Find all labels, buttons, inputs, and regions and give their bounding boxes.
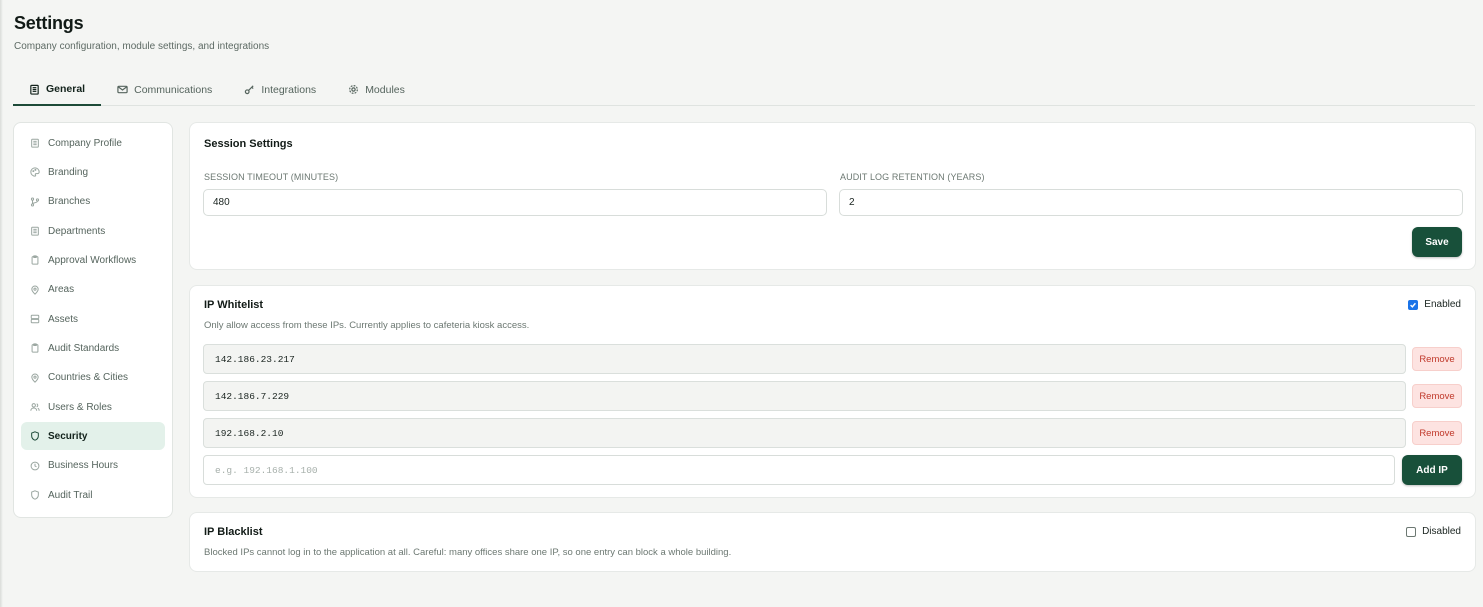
- ip-whitelist-card: IP Whitelist Enabled Only allow access f…: [189, 285, 1476, 498]
- sidebar-item-label: Business Hours: [48, 460, 119, 472]
- add-ip-button[interactable]: Add IP: [1402, 455, 1462, 485]
- building-icon: [31, 138, 39, 148]
- tab-general[interactable]: General: [13, 74, 102, 106]
- whitelist-enabled-toggle[interactable]: Enabled: [1408, 299, 1461, 310]
- clipboard-icon: [31, 255, 39, 266]
- page-header: Settings Company configuration, module s…: [14, 13, 269, 52]
- sidebar-item-label: Users & Roles: [48, 401, 112, 413]
- settings-sidebar: Company Profile Branding Branches Depart…: [13, 122, 173, 518]
- sidebar-item-approval-workflows[interactable]: Approval Workflows: [21, 246, 165, 274]
- whitelist-ip-row: 142.186.23.217: [203, 344, 1406, 374]
- whitelist-ip-row: 192.168.2.10: [203, 418, 1406, 448]
- sidebar-item-label: Departments: [48, 225, 106, 237]
- session-timeout-label: SESSION TIMEOUT (MINUTES): [204, 172, 339, 182]
- ip-address: 142.186.7.229: [215, 390, 290, 402]
- map-pin-icon: [31, 373, 39, 383]
- building-icon: [31, 226, 39, 236]
- tab-label: Modules: [365, 83, 405, 96]
- ip-blacklist-card: IP Blacklist Disabled Blocked IPs cannot…: [189, 512, 1476, 572]
- ip-blacklist-description: Blocked IPs cannot log in to the applica…: [204, 547, 732, 558]
- sidebar-item-audit-standards[interactable]: Audit Standards: [21, 334, 165, 362]
- session-settings-title: Session Settings: [204, 138, 293, 150]
- session-settings-card: Session Settings SESSION TIMEOUT (MINUTE…: [189, 122, 1476, 270]
- new-ip-input[interactable]: [203, 455, 1395, 485]
- audit-log-retention-label: AUDIT LOG RETENTION (YEARS): [840, 172, 985, 182]
- sidebar-item-label: Branches: [48, 196, 91, 208]
- tab-integrations[interactable]: Integrations: [228, 74, 332, 105]
- tab-label: Communications: [134, 83, 213, 96]
- whitelist-ip-row: 142.186.7.229: [203, 381, 1406, 411]
- check-icon: [1410, 302, 1417, 308]
- remove-ip-button[interactable]: Remove: [1412, 347, 1462, 371]
- tab-label: General: [46, 83, 86, 95]
- ip-address: 192.168.2.10: [215, 427, 284, 439]
- save-button[interactable]: Save: [1412, 227, 1462, 257]
- map-pin-icon: [31, 285, 39, 295]
- sidebar-item-label: Security: [48, 430, 88, 442]
- sidebar-item-branches[interactable]: Branches: [21, 188, 165, 216]
- whitelist-enabled-checkbox[interactable]: [1408, 299, 1419, 310]
- server-icon: [30, 314, 40, 324]
- shield-icon: [31, 490, 39, 500]
- gear-icon: [349, 85, 359, 94]
- tab-modules[interactable]: Modules: [332, 74, 421, 105]
- page-subtitle: Company configuration, module settings, …: [14, 41, 270, 52]
- sidebar-item-label: Assets: [48, 313, 79, 325]
- ip-address: 142.186.23.217: [215, 353, 295, 365]
- sidebar-item-areas[interactable]: Areas: [21, 276, 165, 304]
- sidebar-item-countries-cities[interactable]: Countries & Cities: [21, 364, 165, 392]
- sidebar-item-label: Audit Trail: [48, 489, 93, 501]
- sidebar-item-label: Areas: [48, 284, 75, 296]
- sidebar-item-audit-trail[interactable]: Audit Trail: [21, 481, 165, 509]
- sidebar-item-branding[interactable]: Branding: [21, 158, 165, 186]
- sidebar-item-security[interactable]: Security: [21, 422, 165, 451]
- window-edge: [0, 0, 3, 607]
- git-branch-icon: [30, 197, 40, 207]
- sidebar-item-label: Company Profile: [48, 137, 122, 149]
- mail-icon: [117, 85, 128, 94]
- sidebar-item-company-profile[interactable]: Company Profile: [21, 129, 165, 157]
- ip-blacklist-title: IP Blacklist: [204, 526, 263, 538]
- remove-ip-button[interactable]: Remove: [1412, 421, 1462, 445]
- remove-ip-button[interactable]: Remove: [1412, 384, 1462, 408]
- session-timeout-input[interactable]: [203, 189, 827, 216]
- sidebar-item-users-roles[interactable]: Users & Roles: [21, 393, 165, 421]
- palette-icon: [30, 167, 40, 178]
- page-title: Settings: [14, 13, 84, 33]
- key-icon: [245, 85, 254, 95]
- sidebar-item-label: Branding: [48, 166, 89, 178]
- audit-log-retention-input[interactable]: [839, 189, 1463, 216]
- tab-communications[interactable]: Communications: [101, 74, 228, 105]
- blacklist-enabled-toggle[interactable]: Disabled: [1406, 526, 1461, 537]
- tab-label: Integrations: [261, 83, 317, 96]
- sidebar-item-business-hours[interactable]: Business Hours: [21, 452, 165, 480]
- settings-tabs: General Communications Integrations Modu…: [13, 74, 1475, 106]
- sidebar-item-label: Audit Standards: [48, 342, 120, 354]
- whitelist-toggle-label: Enabled: [1424, 299, 1461, 310]
- sidebar-item-departments[interactable]: Departments: [21, 217, 165, 245]
- clock-icon: [30, 461, 40, 471]
- sidebar-item-label: Approval Workflows: [48, 254, 137, 266]
- ip-whitelist-title: IP Whitelist: [204, 299, 264, 311]
- ip-whitelist-description: Only allow access from these IPs. Curren…: [204, 320, 530, 331]
- users-icon: [30, 403, 40, 411]
- shield-icon: [31, 431, 39, 442]
- building-icon: [30, 84, 39, 95]
- clipboard-icon: [31, 343, 39, 354]
- sidebar-item-assets[interactable]: Assets: [21, 305, 165, 333]
- blacklist-toggle-label: Disabled: [1422, 526, 1461, 537]
- blacklist-enabled-checkbox[interactable]: [1406, 526, 1417, 537]
- sidebar-item-label: Countries & Cities: [48, 372, 129, 384]
